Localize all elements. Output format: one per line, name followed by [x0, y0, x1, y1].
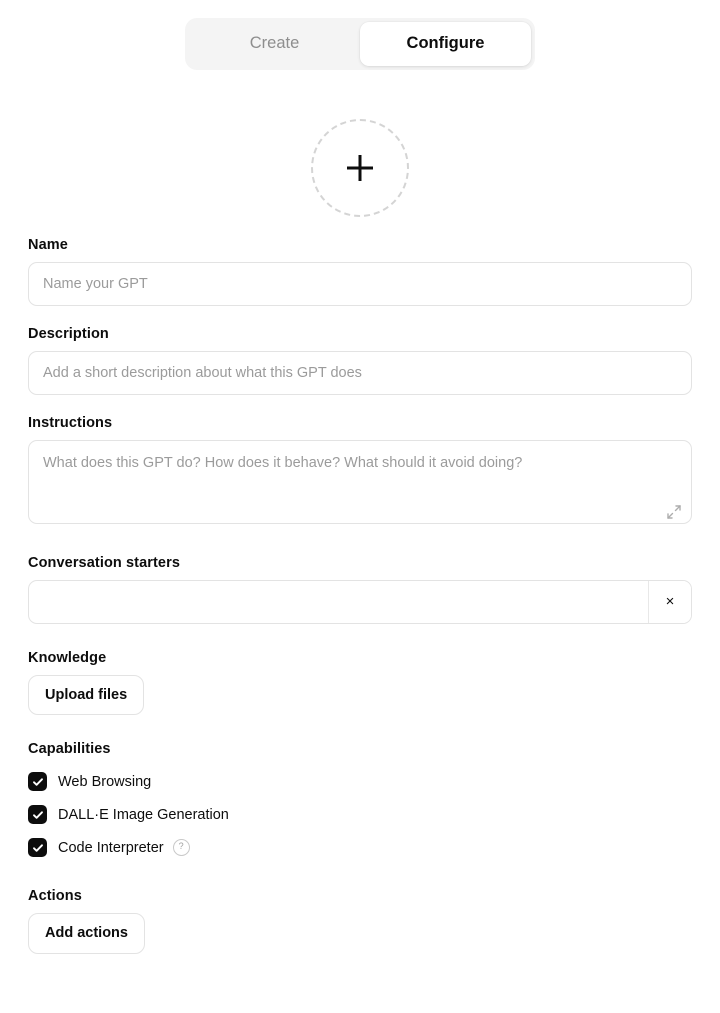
- field-conversation-starters: Conversation starters ×: [28, 555, 692, 624]
- tab-create-label: Create: [249, 34, 300, 52]
- upload-files-button[interactable]: Upload files: [28, 674, 145, 716]
- checkbox-code-interpreter[interactable]: [28, 838, 47, 858]
- field-description: Description: [28, 326, 692, 395]
- capability-row-code-interpreter[interactable]: Code Interpreter ?: [28, 833, 692, 862]
- capability-label-web-browsing: Web Browsing: [58, 773, 152, 790]
- capabilities-label: Capabilities: [28, 741, 111, 758]
- tab-create[interactable]: Create: [189, 22, 360, 66]
- description-label: Description: [28, 325, 109, 342]
- field-actions: Actions Add actions: [28, 888, 692, 955]
- configure-form: Name Description Instructions Con: [0, 237, 720, 955]
- instructions-wrapper: [28, 439, 692, 529]
- capability-label-dalle-image-generation: DALL·E Image Generation: [58, 806, 229, 823]
- actions-label: Actions: [28, 888, 82, 905]
- capability-row-web-browsing[interactable]: Web Browsing: [28, 767, 692, 796]
- name-input[interactable]: [28, 261, 692, 306]
- checkbox-dalle-image-generation[interactable]: [28, 805, 47, 825]
- capabilities-list: Web Browsing DALL·E Image Generation Cod…: [28, 767, 692, 862]
- gpt-avatar-upload[interactable]: [311, 118, 409, 217]
- capability-row-dalle[interactable]: DALL·E Image Generation: [28, 800, 692, 829]
- close-icon: ×: [665, 593, 675, 610]
- tab-bar: Create Configure: [0, 0, 720, 70]
- name-label: Name: [28, 236, 68, 253]
- plus-icon: [347, 155, 373, 181]
- capability-label-code-interpreter: Code Interpreter: [58, 839, 164, 856]
- instructions-textarea[interactable]: [28, 439, 692, 524]
- tab-configure[interactable]: Configure: [360, 22, 531, 66]
- field-knowledge: Knowledge Upload files: [28, 650, 692, 716]
- help-circle-icon[interactable]: ?: [172, 839, 190, 857]
- conversation-starters-label: Conversation starters: [28, 554, 180, 571]
- checkbox-web-browsing[interactable]: [28, 772, 47, 792]
- instructions-label: Instructions: [28, 414, 113, 431]
- add-actions-button[interactable]: Add actions: [28, 913, 145, 955]
- tab-configure-label: Configure: [406, 34, 485, 52]
- conversation-starter-remove-button[interactable]: ×: [648, 580, 691, 623]
- description-input[interactable]: [28, 350, 692, 395]
- expand-diagonal-icon[interactable]: [666, 504, 682, 520]
- avatar-section: [0, 118, 720, 217]
- conversation-starter-input[interactable]: [29, 580, 648, 623]
- knowledge-label: Knowledge: [28, 649, 107, 666]
- field-name: Name: [28, 237, 692, 306]
- conversation-starter-row: ×: [28, 579, 692, 624]
- tab-group: Create Configure: [185, 18, 535, 70]
- field-instructions: Instructions: [28, 415, 692, 529]
- field-capabilities: Capabilities Web Browsing DALL·E Image G…: [28, 741, 692, 862]
